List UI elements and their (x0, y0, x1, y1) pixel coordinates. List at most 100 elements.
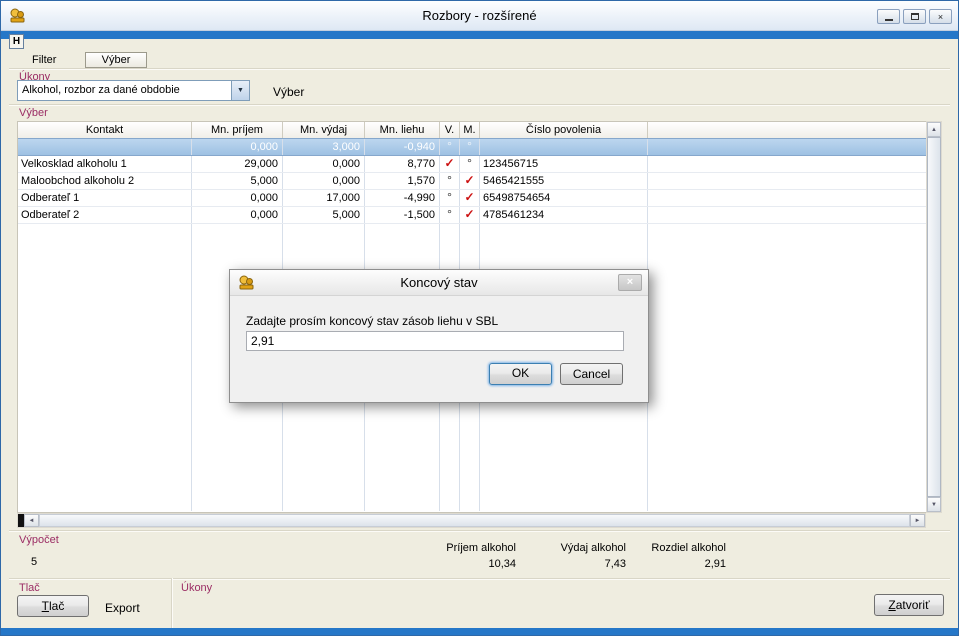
footer-ukony-label: Úkony (181, 582, 212, 594)
column-header-filler (648, 122, 926, 139)
vertical-scrollbar[interactable]: ▲ ▼ (926, 121, 942, 513)
table-row[interactable]: Odberateľ 1 0,000 17,000 -4,990 ° ✓ 6549… (18, 190, 926, 207)
cell-lieh: 8,770 (365, 156, 440, 172)
cell-kontakt: Odberateľ 2 (18, 207, 192, 223)
column-header-v[interactable]: V. (440, 122, 460, 139)
cell-vydaj: 0,000 (283, 173, 365, 189)
cell-prijem: 5,000 (192, 173, 283, 189)
separator (9, 578, 950, 580)
scroll-left-icon[interactable]: ◄ (24, 514, 39, 527)
vypocet-group-label: Výpočet (19, 534, 59, 546)
tlac-group-label: Tlač (19, 582, 40, 594)
cell-vydaj: 17,000 (283, 190, 365, 206)
cell-cislo (480, 139, 648, 155)
separator (9, 68, 950, 70)
cell-m-mark: ✓ (460, 190, 480, 206)
app-window: Rozbory - rozšírené × H Filter Výber Úko… (0, 0, 959, 636)
dialog-app-icon (238, 274, 255, 291)
column-header-m[interactable]: M. (460, 122, 480, 139)
print-button[interactable]: Tlač (17, 595, 89, 617)
task-dropdown-value: Alkohol, rozbor za dané obdobie (18, 81, 231, 100)
table-row[interactable]: Odberateľ 2 0,000 5,000 -1,500 ° ✓ 47854… (18, 207, 926, 224)
separator (9, 104, 950, 106)
cell-cislo: 4785461234 (480, 207, 648, 223)
close-button-label: atvoriť (896, 598, 930, 612)
cell-lieh: -4,990 (365, 190, 440, 206)
close-button[interactable]: × (929, 9, 952, 24)
stat-value-prijem: 10,34 (406, 558, 516, 570)
cell-kontakt: Velkosklad alkoholu 1 (18, 156, 192, 172)
scroll-up-icon[interactable]: ▲ (927, 122, 941, 137)
bottom-accent-bar (1, 628, 958, 635)
column-header-cislo[interactable]: Číslo povolenia (480, 122, 648, 139)
cell-filler (648, 207, 926, 223)
cell-v-mark: ° (440, 139, 460, 155)
column-header-vydaj[interactable]: Mn. výdaj (283, 122, 365, 139)
cell-kontakt: Maloobchod alkoholu 2 (18, 173, 192, 189)
close-window-button[interactable]: Zatvoriť (874, 594, 944, 616)
cell-v-mark: ° (440, 173, 460, 189)
vertical-scrollbar-thumb[interactable] (927, 137, 941, 497)
column-header-prijem[interactable]: Mn. príjem (192, 122, 283, 139)
cell-filler (648, 190, 926, 206)
stat-label-rozdiel: Rozdiel alkohol (616, 542, 726, 554)
cell-cislo: 123456715 (480, 156, 648, 172)
title-bar: Rozbory - rozšírené × (1, 1, 958, 31)
minimize-button[interactable] (877, 9, 900, 24)
table-header-row: Kontakt Mn. príjem Mn. výdaj Mn. liehu V… (18, 122, 926, 139)
cell-lieh: -0,940 (365, 139, 440, 155)
help-h-button[interactable]: H (9, 34, 24, 49)
window-controls: × (877, 9, 952, 24)
cell-filler (648, 156, 926, 172)
stat-label-prijem: Príjem alkohol (406, 542, 516, 554)
ok-button[interactable]: OK (489, 363, 552, 385)
cell-m-mark: ✓ (460, 173, 480, 189)
cell-vydaj: 0,000 (283, 156, 365, 172)
close-button-accesskey: Z (888, 598, 895, 612)
cell-filler (648, 173, 926, 189)
table-row[interactable]: Maloobchod alkoholu 2 5,000 0,000 1,570 … (18, 173, 926, 190)
cell-m-mark: ° (460, 156, 480, 172)
column-header-lieh[interactable]: Mn. liehu (365, 122, 440, 139)
stat-label-vydaj: Výdaj alkohol (516, 542, 626, 554)
column-header-kontakt[interactable]: Kontakt (18, 122, 192, 139)
export-action[interactable]: Export (105, 601, 140, 615)
print-button-accesskey: T (42, 599, 49, 613)
cell-vydaj: 3,000 (283, 139, 365, 155)
cell-kontakt: Odberateľ 1 (18, 190, 192, 206)
horizontal-scrollbar[interactable]: ◄ ► (17, 513, 926, 528)
dialog-title: Koncový stav (230, 270, 648, 295)
close-icon: × (627, 276, 633, 288)
cell-prijem: 0,000 (192, 139, 283, 155)
window-title: Rozbory - rozšírené (1, 1, 958, 30)
record-count: 5 (31, 556, 37, 568)
cell-m-mark: ✓ (460, 207, 480, 223)
maximize-icon (911, 13, 919, 20)
cancel-button[interactable]: Cancel (560, 363, 623, 385)
cell-cislo: 5465421555 (480, 173, 648, 189)
table-row[interactable]: 0,000 3,000 -0,940 ° ° (18, 138, 926, 156)
dialog-prompt-text: Zadajte prosím koncový stav zásob liehu … (246, 314, 498, 328)
scroll-right-icon[interactable]: ► (910, 514, 925, 527)
cell-filler (648, 139, 926, 155)
scroll-down-icon[interactable]: ▼ (927, 497, 941, 512)
task-dropdown[interactable]: Alkohol, rozbor za dané obdobie ▼ (17, 80, 250, 101)
maximize-button[interactable] (903, 9, 926, 24)
horizontal-scrollbar-thumb[interactable] (39, 514, 910, 527)
dialog-close-button[interactable]: × (618, 274, 642, 291)
tab-filter[interactable]: Filter (32, 54, 56, 66)
print-button-label: lač (49, 599, 64, 613)
footer-divider (171, 578, 173, 628)
chevron-down-icon[interactable]: ▼ (231, 81, 249, 100)
stat-value-rozdiel: 2,91 (616, 558, 726, 570)
cell-kontakt (18, 139, 192, 155)
cell-vydaj: 5,000 (283, 207, 365, 223)
koncovy-stav-input[interactable] (246, 331, 624, 351)
cell-prijem: 0,000 (192, 207, 283, 223)
cell-prijem: 29,000 (192, 156, 283, 172)
minimize-icon (885, 19, 893, 21)
table-row[interactable]: Velkosklad alkoholu 1 29,000 0,000 8,770… (18, 156, 926, 173)
action-vyber-label: Výber (273, 85, 304, 99)
close-icon: × (938, 12, 943, 22)
tab-vyber[interactable]: Výber (85, 52, 147, 68)
